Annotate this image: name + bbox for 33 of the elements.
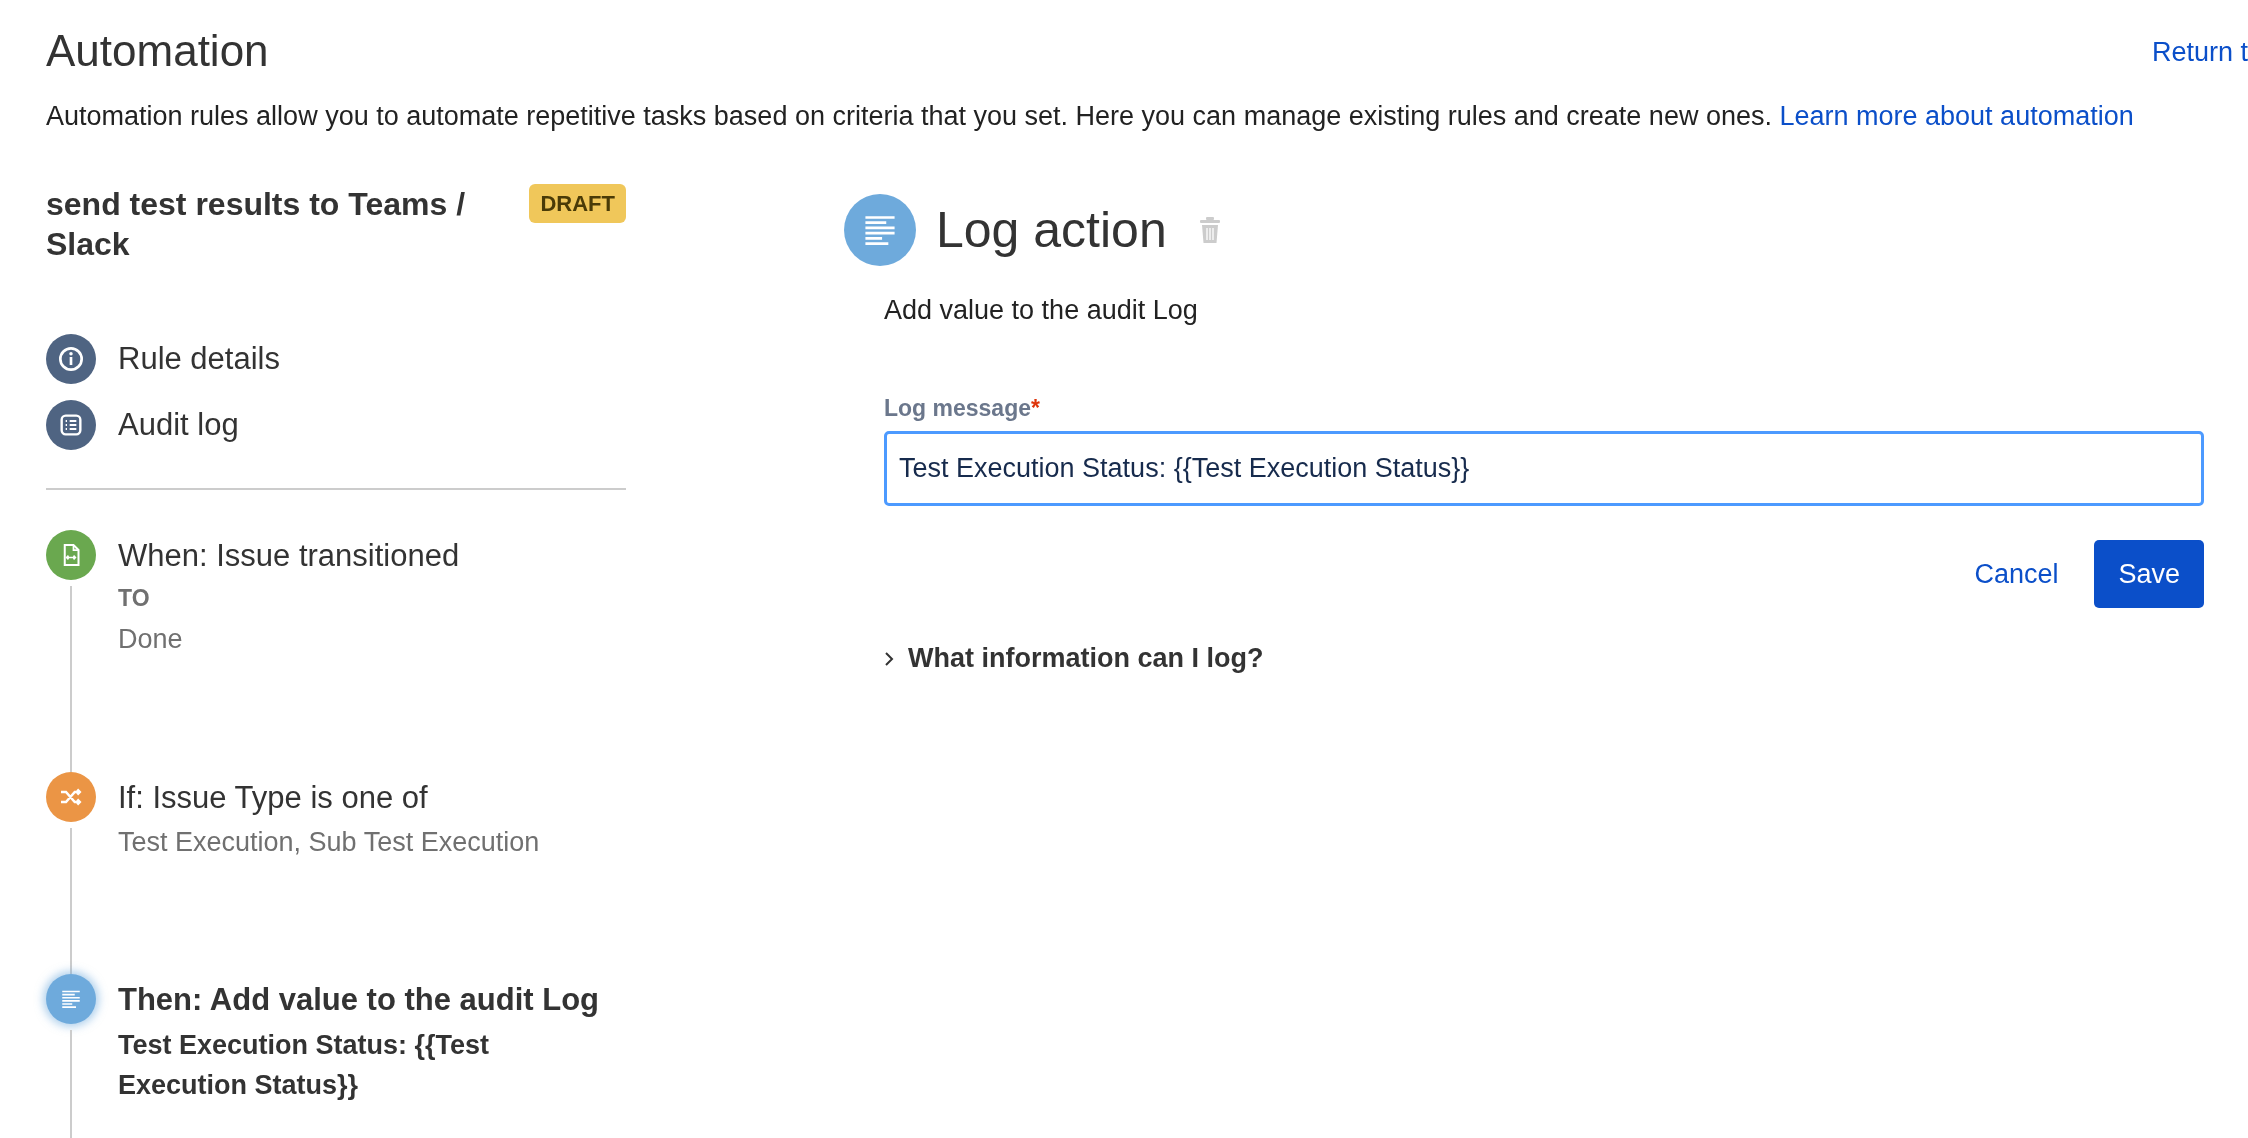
panel-subtitle: Add value to the audit Log xyxy=(884,294,1199,328)
save-button[interactable]: Save xyxy=(2094,539,2204,609)
return-link[interactable]: Return t xyxy=(2151,32,2248,73)
expander-toggle[interactable]: What information can I log? xyxy=(884,638,1264,679)
step-detail-label: TO xyxy=(118,583,151,613)
delete-icon[interactable] xyxy=(1198,216,1221,245)
rule-name: send test results to Teams / Slack xyxy=(46,185,466,265)
step-title: If: Issue Type is one of xyxy=(118,778,429,817)
text-lines-icon xyxy=(46,974,96,1025)
page-title: Automation xyxy=(46,25,269,77)
shuffle-icon xyxy=(46,771,96,822)
panel-title: Log action xyxy=(936,201,1167,261)
sidebar-nav-item[interactable]: Rule details xyxy=(46,334,626,385)
sidebar-nav-item[interactable]: Audit log xyxy=(46,400,626,451)
learn-more-link[interactable]: Learn more about automation xyxy=(1779,101,2134,132)
step-detail: Test Execution, Sub Test Execution xyxy=(118,825,540,859)
rule-step[interactable]: If: Issue Type is one of Test Execution, Sub Test Execution xyxy=(46,771,626,975)
step-title: When: Issue transitioned xyxy=(118,537,460,576)
step-title: Then: Add value to the audit Log xyxy=(118,981,601,1020)
document-icon xyxy=(46,530,96,581)
field-label: Log message* xyxy=(884,393,1040,423)
required-asterisk: * xyxy=(1031,394,1040,421)
chevron-right-icon xyxy=(884,650,894,667)
info-icon xyxy=(46,334,96,385)
cancel-button[interactable]: Cancel xyxy=(1954,539,2079,609)
step-detail: Test Execution Status: {{Test Execution Status}} xyxy=(118,1028,491,1103)
page-description: Automation rules allow you to automate repetitive tasks based on criteria that you set. Here you can manage existing rules and create new ones. Learn more about automation xyxy=(46,100,2135,134)
status-badge: DRAFT xyxy=(529,184,626,224)
rule-step[interactable]: Then: Add value to the audit Log Test Execution Status: {{Test Execution Status}} xyxy=(46,974,626,1138)
step-detail: Done xyxy=(118,623,184,657)
list-icon xyxy=(46,400,96,451)
log-message-input[interactable]: Test Execution Status: {{Test Execution Status}} xyxy=(884,431,2204,506)
rule-step[interactable]: When: Issue transitioned TO Done xyxy=(46,530,626,772)
